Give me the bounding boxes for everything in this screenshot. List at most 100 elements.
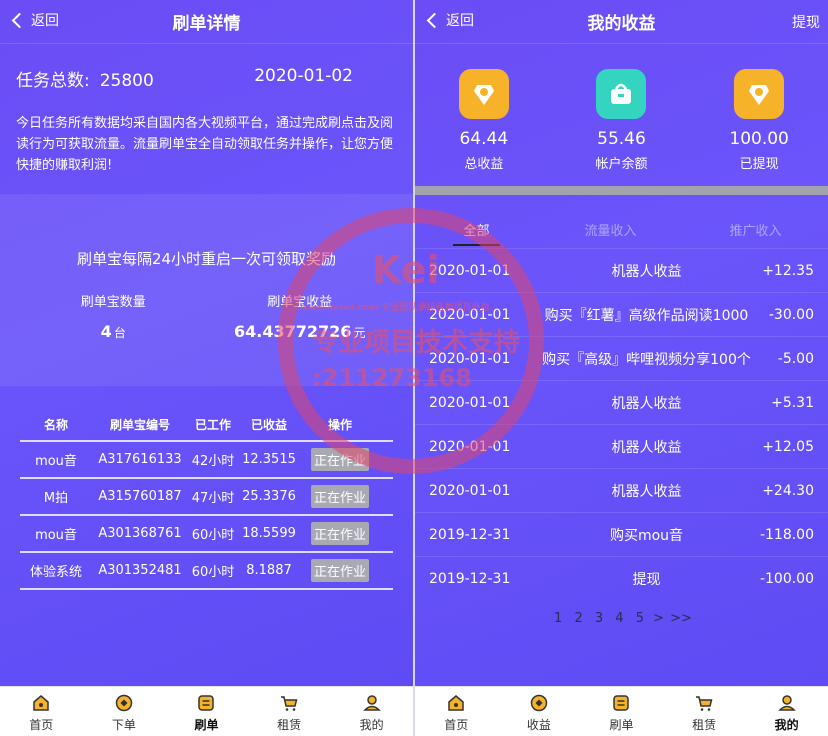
- pagination: 1 2 3 4 5 > >>: [415, 611, 828, 626]
- watermark-subtitle: www.keiwl.com 专业团队承接各类项目外包: [300, 303, 490, 313]
- tab-label: 刷单: [609, 718, 634, 732]
- record-amount: -118.00: [759, 526, 814, 543]
- user-icon: [362, 695, 381, 711]
- home-icon: [448, 695, 465, 711]
- withdrawn: 100.00 已提现: [691, 69, 827, 186]
- task-icon: [613, 695, 630, 711]
- watermark-slogan: 专业项目技术支持: [312, 328, 521, 358]
- tab-label: 我的: [359, 718, 384, 732]
- row-income: 8.1887: [246, 563, 292, 578]
- bot-count-label: 刷单宝数量: [80, 295, 146, 310]
- task-date: 2020-01-02: [254, 66, 353, 86]
- withdraw-link[interactable]: 提现: [792, 12, 820, 32]
- tab-home[interactable]: 首页: [0, 687, 83, 736]
- header: 返回 我的收益 提现: [415, 0, 828, 44]
- tab-task[interactable]: 刷单: [165, 687, 248, 736]
- record-name: 机器人收益: [611, 395, 682, 412]
- medal-icon: [734, 69, 785, 119]
- row-hours: 42小时: [191, 454, 235, 469]
- tab-mine[interactable]: 我的: [330, 687, 413, 736]
- tab-task[interactable]: 刷单: [580, 687, 663, 736]
- total-earnings-label: 总收益: [464, 157, 504, 172]
- page-2[interactable]: 2: [574, 611, 582, 626]
- tab-traffic-income[interactable]: 流量收入: [576, 220, 644, 246]
- task-total-count: 25800: [99, 71, 154, 91]
- page-next[interactable]: >: [653, 611, 664, 626]
- account-balance: 55.46 帐户余额: [553, 69, 689, 186]
- tab-label: 租赁: [277, 718, 302, 732]
- bot-count-unit: 台: [113, 326, 126, 340]
- watermark-contact: :211273168: [312, 364, 472, 392]
- record-amount: -5.00: [777, 350, 814, 367]
- tab-label: 首页: [444, 718, 469, 732]
- tab-label: 首页: [29, 718, 54, 732]
- tab-rent[interactable]: 租赁: [663, 687, 746, 736]
- page-title: 我的收益: [587, 14, 656, 34]
- task-description: 今日任务所有数据均采自国内各大视频平台，通过完成刷点击及阅读行为可获取流量。流量…: [16, 116, 394, 173]
- col-income: 已收益: [250, 417, 287, 432]
- working-button[interactable]: 正在作业: [310, 559, 369, 582]
- page-title: 刷单详情: [172, 14, 241, 34]
- tab-label: 刷单: [194, 718, 219, 732]
- record-name: 机器人收益: [611, 439, 682, 456]
- back-label: 返回: [31, 13, 59, 29]
- record-date: 2019-12-31: [429, 526, 511, 543]
- record-amount: +24.30: [762, 482, 814, 499]
- row-name: M拍: [43, 491, 69, 506]
- page-4[interactable]: 4: [615, 611, 623, 626]
- bottom-tabbar: 首页 下单 刷单 租赁 我的: [0, 686, 413, 736]
- row-code: A317616133: [98, 452, 182, 467]
- page-last[interactable]: >>: [670, 611, 692, 626]
- section-separator: [415, 186, 828, 195]
- withdrawn-amount: 100.00: [729, 129, 789, 149]
- page-3[interactable]: 3: [595, 611, 603, 626]
- record-amount: +5.31: [771, 394, 814, 411]
- record-name: 机器人收益: [611, 483, 682, 500]
- tab-home[interactable]: 首页: [415, 687, 498, 736]
- back-button[interactable]: 返回: [425, 10, 474, 30]
- record-name: 提现: [632, 572, 661, 588]
- record-name: 机器人收益: [611, 263, 682, 280]
- tab-label: 收益: [526, 718, 551, 732]
- earnings-stats: 64.44 总收益 55.46 帐户余额 100.00 已提现: [415, 44, 828, 186]
- task-total-label: 任务总数:: [16, 71, 90, 91]
- task-total: 任务总数: 25800: [16, 66, 154, 91]
- record-amount: -30.00: [768, 306, 814, 323]
- tab-referral-income[interactable]: 推广收入: [721, 220, 789, 246]
- row-income: 18.5599: [242, 526, 296, 541]
- row-name: 体验系统: [29, 565, 82, 580]
- tab-mine[interactable]: 我的: [745, 687, 828, 736]
- chevron-left-icon: [426, 12, 443, 28]
- row-name: mou音: [35, 528, 77, 543]
- row-name: mou音: [35, 454, 77, 469]
- back-label: 返回: [446, 13, 474, 29]
- record-name: 购买『红薯』高级作品阅读1000: [544, 307, 749, 324]
- user-icon: [777, 695, 796, 711]
- page-1[interactable]: 1: [554, 611, 562, 626]
- tab-earnings[interactable]: 收益: [498, 687, 581, 736]
- back-button[interactable]: 返回: [10, 10, 59, 30]
- bot-count-stat: 刷单宝数量 4台: [20, 291, 207, 341]
- tab-order[interactable]: 下单: [83, 687, 166, 736]
- record-date: 2020-01-01: [429, 482, 511, 499]
- row-code: A315760187: [98, 489, 182, 504]
- tab-rent[interactable]: 租赁: [248, 687, 331, 736]
- list-item: 2020-01-01 机器人收益 +24.30: [415, 469, 828, 513]
- row-income: 25.3376: [242, 489, 296, 504]
- header: 返回 刷单详情: [0, 0, 413, 44]
- working-button[interactable]: 正在作业: [310, 522, 369, 545]
- total-earnings: 64.44 总收益: [416, 69, 552, 186]
- bot-count-value: 4: [100, 322, 112, 341]
- record-amount: +12.05: [762, 438, 814, 455]
- working-button[interactable]: 正在作业: [310, 485, 369, 508]
- page-5[interactable]: 5: [636, 611, 644, 626]
- watermark-logo: Kei: [372, 248, 440, 292]
- tab-label: 租赁: [692, 718, 717, 732]
- tab-label: 下单: [111, 718, 136, 732]
- medal-icon: [458, 69, 509, 119]
- home-icon: [33, 695, 50, 711]
- row-code: A301368761: [98, 526, 182, 541]
- bag-icon: [596, 69, 647, 119]
- list-item: 2019-12-31 提现 -100.00: [415, 557, 828, 601]
- account-balance-amount: 55.46: [597, 129, 646, 149]
